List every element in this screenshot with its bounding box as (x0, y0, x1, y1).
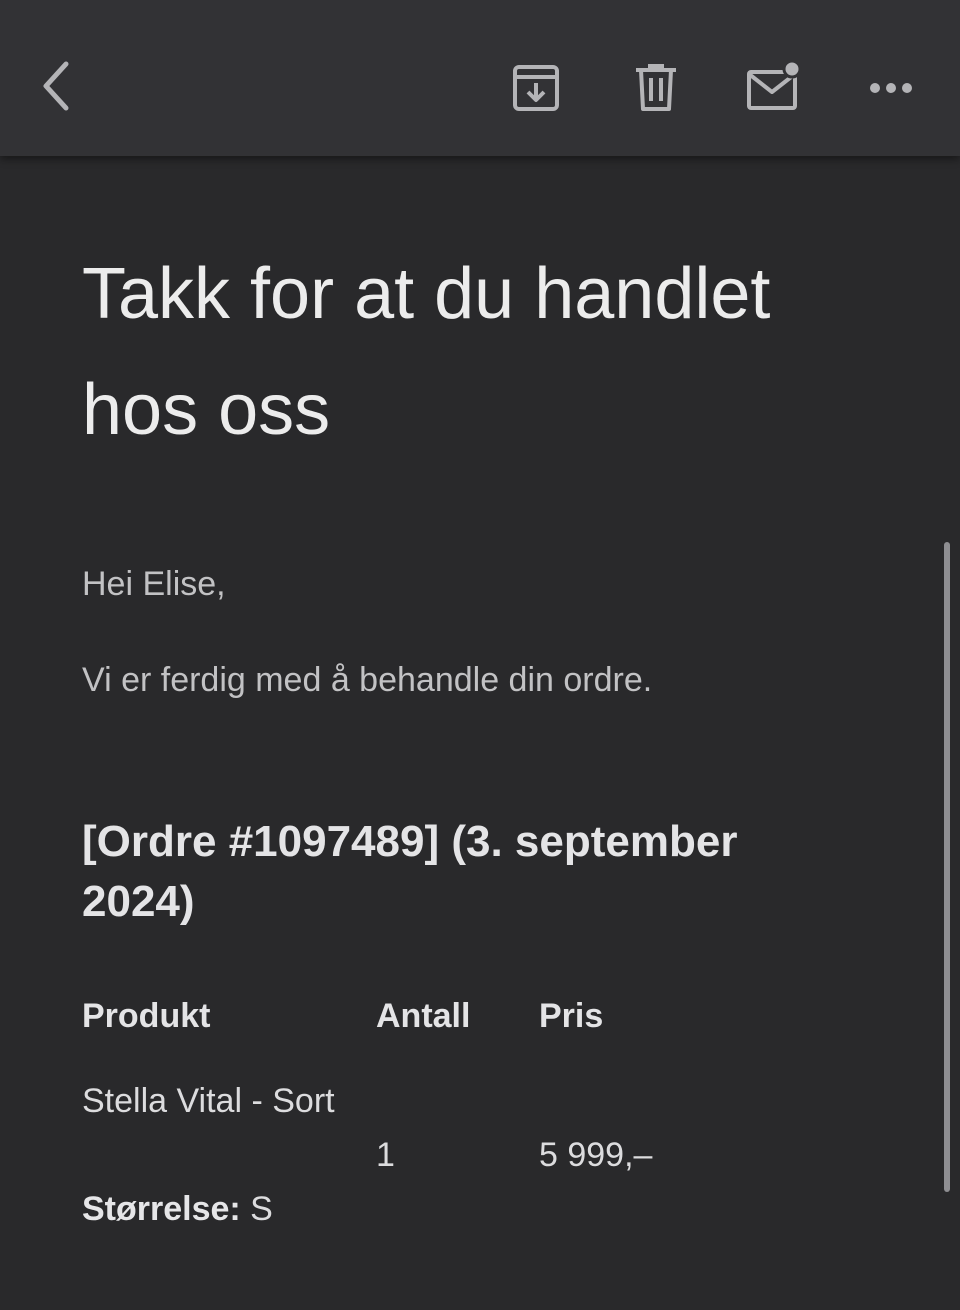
table-header-product: Produkt (82, 997, 211, 1035)
variant-label: Størrelse: (82, 1190, 241, 1228)
variant-value: S (240, 1190, 273, 1228)
back-chevron-icon (43, 61, 69, 111)
email-toolbar (0, 0, 960, 156)
table-cell-price: 5 999,– (539, 1136, 653, 1174)
more-options-button[interactable] (862, 58, 920, 118)
email-message: Vi er ferdig med å behandle din ordre. (82, 661, 653, 699)
archive-button[interactable] (506, 58, 566, 118)
email-title: Takk for at du handlet hos oss (82, 254, 771, 450)
table-header-price: Pris (539, 997, 604, 1035)
product-variant: Størrelse: S (82, 1182, 273, 1236)
table-cell-product: Stella Vital - Sort (82, 1082, 335, 1120)
email-body[interactable]: Takk for at du handlet hos oss Hei Elise… (0, 156, 960, 1310)
email-greeting: Hei Elise, (82, 565, 226, 603)
archive-icon (513, 65, 559, 111)
mark-unread-icon (747, 60, 802, 110)
back-button[interactable] (28, 56, 84, 116)
table-header-quantity: Antall (376, 997, 471, 1035)
mark-unread-button[interactable] (742, 56, 806, 116)
delete-button[interactable] (626, 58, 686, 118)
more-icon (870, 83, 912, 93)
order-heading: [Ordre #1097489] (3. september 2024) (82, 817, 738, 926)
scrollbar[interactable] (944, 542, 950, 1192)
trash-icon (636, 64, 676, 111)
table-cell-quantity: 1 (376, 1136, 395, 1174)
